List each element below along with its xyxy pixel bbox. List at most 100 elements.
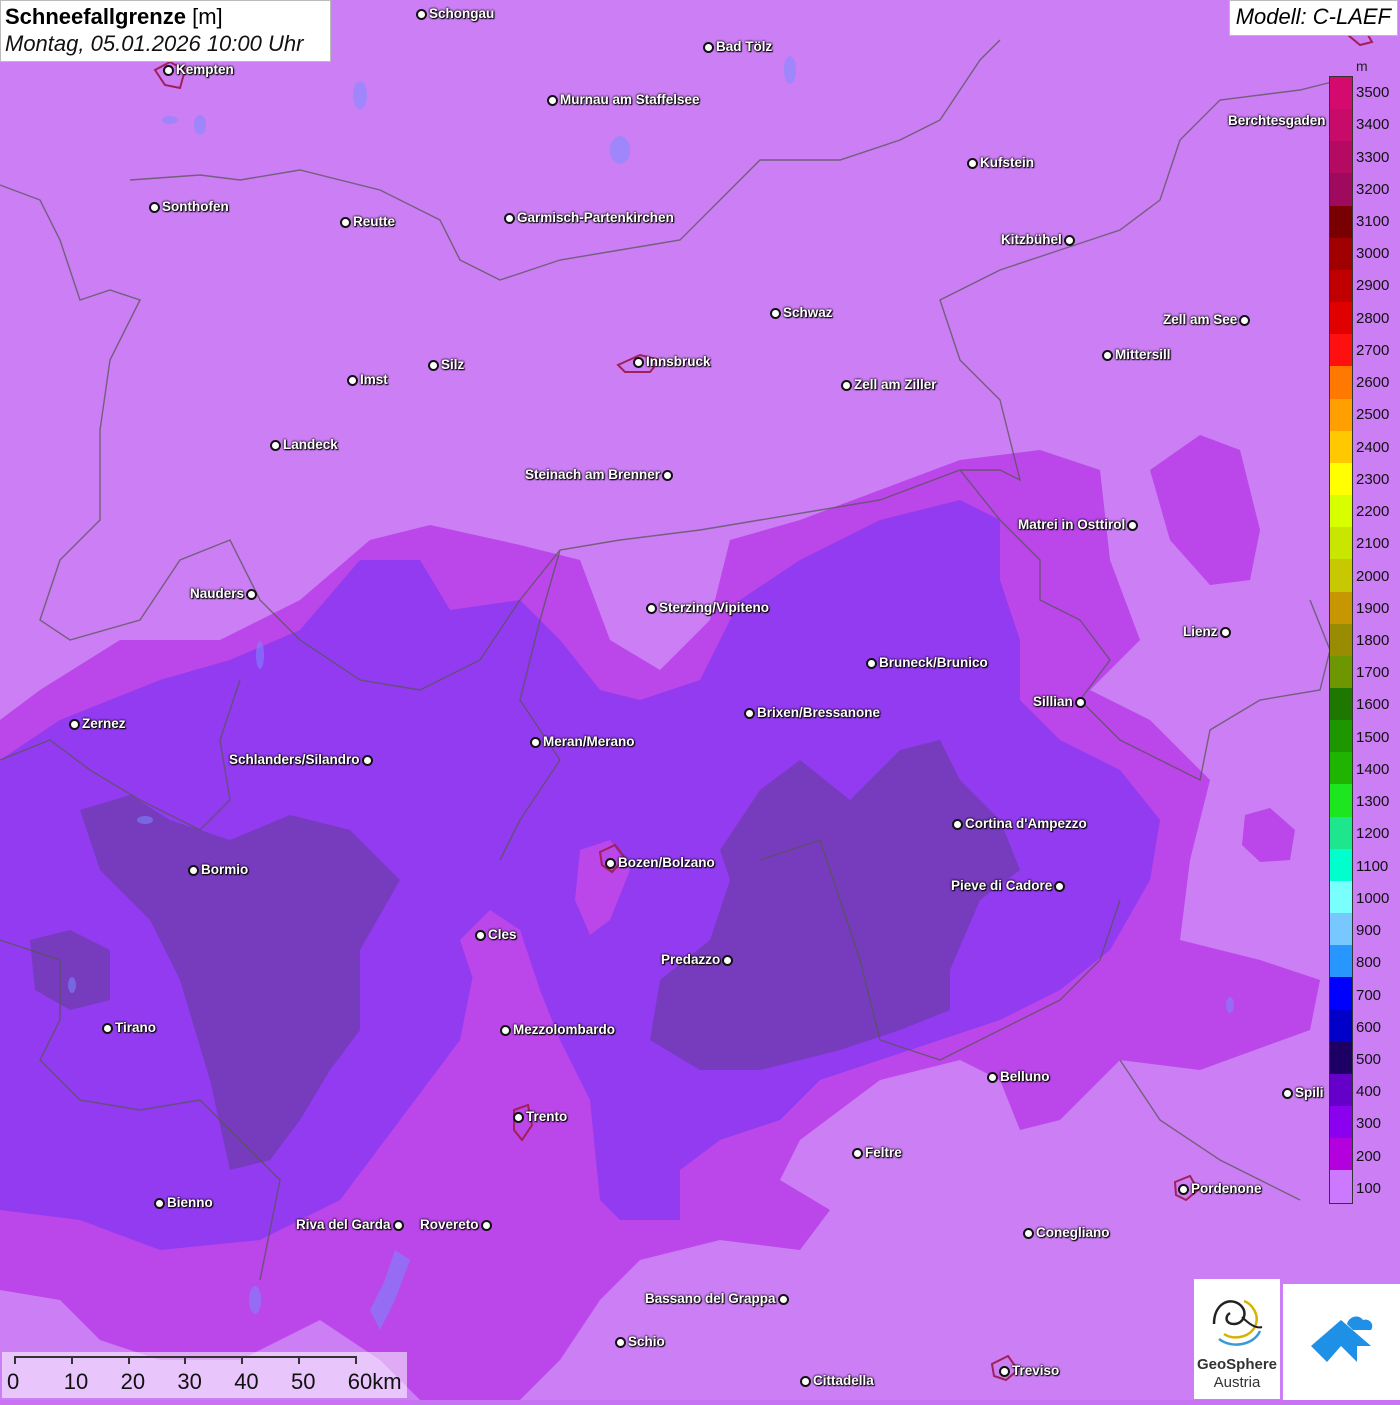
legend-swatch: [1330, 205, 1352, 238]
city-dot-icon: [246, 589, 258, 600]
legend-swatch: [1330, 237, 1352, 270]
city-dot-icon: [841, 380, 852, 391]
city-name: Landeck: [283, 437, 338, 452]
city-dot-icon: [852, 1148, 863, 1159]
scale-tick: [241, 1356, 244, 1364]
city-name: Schlanders/Silandro: [229, 752, 360, 767]
city-dot-icon: [987, 1072, 998, 1083]
city-dot-icon: [967, 158, 978, 169]
city-name: Berchtesgaden: [1228, 113, 1326, 128]
city-label: Zell am Ziller: [841, 377, 937, 393]
city-dot-icon: [1178, 1184, 1189, 1195]
city-name: Mittersill: [1115, 347, 1171, 362]
legend-swatch: [1330, 1170, 1352, 1203]
city-name: Feltre: [865, 1145, 902, 1160]
city-name: Cles: [488, 927, 517, 942]
city-dot-icon: [392, 1220, 404, 1231]
legend-tick-label: 1700: [1356, 664, 1390, 682]
city-name: Tirano: [115, 1020, 157, 1035]
legend-swatch: [1330, 77, 1352, 110]
city-name: Steinach am Brenner: [525, 467, 661, 482]
legend-swatch: [1330, 559, 1352, 592]
legend-swatch: [1330, 945, 1352, 978]
legend-tick-label: 2100: [1356, 535, 1390, 553]
city-label: Garmisch-Partenkirchen: [504, 210, 674, 226]
weather-app-logo[interactable]: [1283, 1284, 1400, 1400]
legend-swatch: [1330, 623, 1352, 656]
city-name: Predazzo: [661, 952, 721, 967]
city-label: Murnau am Staffelsee: [547, 92, 700, 108]
city-name: Murnau am Staffelsee: [560, 92, 700, 107]
legend-tick-label: 3500: [1356, 84, 1390, 102]
model-label: Modell: C-LAEF: [1228, 0, 1398, 36]
city-name: Sterzing/Vipiteno: [659, 600, 770, 615]
city-label: Silz: [428, 357, 464, 373]
city-dot-icon: [513, 1112, 524, 1123]
legend-colorbar: [1329, 76, 1353, 1204]
city-label: Meran/Merano: [530, 734, 635, 750]
map-title-box: Schneefallgrenze [m] Montag, 05.01.2026 …: [0, 0, 331, 62]
city-label: Kitzbühel: [1001, 232, 1075, 248]
scale-tick: [70, 1356, 73, 1364]
city-label: Lienz: [1183, 624, 1231, 640]
city-name: Sillian: [1033, 694, 1073, 709]
city-name: Imst: [360, 372, 388, 387]
scale-tick: [14, 1356, 16, 1364]
city-name: Rovereto: [420, 1217, 479, 1232]
legend-tick-label: 300: [1356, 1115, 1382, 1133]
city-dot-icon: [777, 1294, 789, 1305]
legend-swatch: [1330, 109, 1352, 142]
city-dot-icon: [770, 308, 781, 319]
city-label: Brixen/Bressanone: [744, 705, 880, 721]
city-name: Zell am Ziller: [854, 377, 937, 392]
legend-tick-label: 600: [1356, 1018, 1382, 1036]
city-dot-icon: [633, 357, 644, 368]
legend-swatch: [1330, 1073, 1352, 1106]
city-name: Bormio: [201, 862, 249, 877]
scale-label: 50: [291, 1369, 316, 1394]
legend-swatch: [1330, 334, 1352, 367]
city-label: Cles: [475, 927, 517, 943]
city-label: Cortina d'Ampezzo: [952, 816, 1087, 832]
city-label: Bozen/Bolzano: [605, 855, 715, 871]
city-label: Nauders: [190, 586, 258, 602]
city-name: Schongau: [429, 6, 495, 21]
legend-tick-label: 3200: [1356, 180, 1390, 198]
legend-swatch: [1330, 848, 1352, 881]
geosphere-emblem-icon: [1212, 1299, 1263, 1346]
legend-tick-label: 1600: [1356, 696, 1390, 714]
legend-tick-label: 200: [1356, 1147, 1382, 1165]
city-label: Bad Tölz: [703, 39, 773, 55]
city-dot-icon: [416, 9, 427, 20]
city-label: Sillian: [1033, 694, 1086, 710]
city-dot-icon: [999, 1366, 1010, 1377]
legend-swatch: [1330, 880, 1352, 914]
city-name: Matrei in Osttirol: [1018, 517, 1126, 532]
city-dot-icon: [149, 202, 160, 213]
scale-tick: [298, 1356, 300, 1364]
city-label: Sonthofen: [149, 199, 229, 215]
city-name: Bienno: [167, 1195, 213, 1210]
scale-label: 0: [7, 1369, 20, 1394]
city-dot-icon: [361, 755, 373, 766]
city-label: Innsbruck: [633, 354, 711, 370]
city-name: Bad Tölz: [716, 39, 773, 54]
city-dot-icon: [1282, 1088, 1293, 1099]
city-name: Zell am See: [1163, 312, 1238, 327]
city-name: Cittadella: [813, 1373, 874, 1388]
legend-tick-label: 2300: [1356, 470, 1390, 488]
city-name: Reutte: [353, 214, 396, 229]
city-label: Schongau: [416, 6, 495, 22]
legend-swatch: [1330, 655, 1352, 688]
legend-unit: m: [1356, 58, 1368, 74]
city-label: Rovereto: [420, 1217, 492, 1233]
legend-tick-label: 1200: [1356, 825, 1390, 843]
legend-swatch: [1330, 430, 1352, 463]
city-label: Bormio: [188, 862, 249, 878]
city-label: Schlanders/Silandro: [229, 752, 373, 768]
city-label: Imst: [347, 372, 388, 388]
scale-bar: [2, 1352, 407, 1398]
legend-swatch: [1330, 752, 1352, 785]
legend-tick-label: 2400: [1356, 438, 1390, 456]
city-label: Feltre: [852, 1145, 902, 1161]
